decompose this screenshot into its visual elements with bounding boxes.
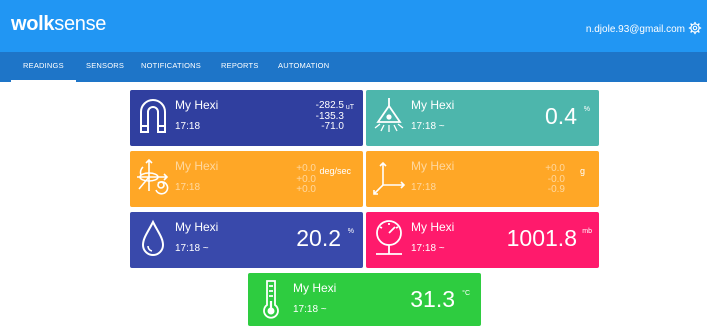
unit-label: % [347, 228, 354, 235]
logo[interactable]: wolksense [11, 13, 106, 35]
sensor-time: 17:18 ~ [175, 243, 209, 254]
tab-reports[interactable]: REPORTS [221, 61, 259, 71]
reading-x: +0.0 [545, 163, 565, 174]
sensor-name: My Hexi [411, 159, 455, 173]
reading-value: 1001.8 [506, 225, 577, 251]
unit-label: deg/sec [319, 166, 351, 176]
unit-label: g [579, 166, 585, 176]
axes-icon [373, 161, 406, 195]
thermometer-icon [263, 280, 279, 319]
reading-z: -0.9 [547, 184, 565, 195]
nav-bar: READINGS SENSORS NOTIFICATIONS REPORTS A… [0, 52, 707, 82]
barometer-icon [376, 220, 402, 255]
reading-value: 0.4 [545, 103, 577, 129]
reading-z: +0.0 [296, 184, 316, 195]
logo-bold: wolk [11, 13, 55, 35]
gear-icon[interactable] [688, 21, 702, 35]
tab-readings[interactable]: READINGS [11, 61, 76, 82]
reading-z: -71.0 [321, 121, 344, 132]
light-tile[interactable]: My Hexi 17:18 ~ 0.4 % [366, 90, 599, 146]
tab-automation[interactable]: AUTOMATION [278, 61, 329, 71]
gyroscope-icon [137, 158, 169, 195]
sensor-time: 17:18 [175, 121, 201, 132]
pressure-tile[interactable]: My Hexi 17:18 ~ 1001.8 mb [366, 212, 599, 268]
reading-value: 31.3 [410, 286, 455, 312]
sensor-name: My Hexi [411, 220, 455, 234]
tab-notifications[interactable]: NOTIFICATIONS [141, 61, 201, 71]
sensor-name: My Hexi [293, 281, 337, 295]
sensor-time: 17:18 ~ [411, 243, 445, 254]
sensor-name: My Hexi [175, 98, 219, 112]
unit-label: mb [582, 228, 592, 235]
sensor-time: 17:18 [411, 182, 437, 193]
sensor-name: My Hexi [411, 98, 455, 112]
magnetometer-tile[interactable]: My Hexi 17:18 -282.5 -135.3 -71.0 uT [130, 90, 363, 146]
sensor-time: 17:18 ~ [411, 121, 445, 132]
logo-light: sense [54, 13, 107, 35]
lamp-icon [374, 98, 404, 132]
accelerometer-tile[interactable]: My Hexi 17:18 +0.0 -0.0 -0.9 g [366, 151, 599, 207]
sensor-time: 17:18 ~ [293, 304, 327, 315]
reading-x: +0.0 [296, 163, 316, 174]
magnet-icon [140, 99, 166, 133]
top-bar: wolksense n.djole.93@gmail.com [0, 0, 707, 52]
sensor-time: 17:18 [175, 182, 201, 193]
tab-sensors[interactable]: SENSORS [86, 61, 124, 71]
gyroscope-tile[interactable]: My Hexi 17:18 +0.0 +0.0 +0.0 deg/sec [130, 151, 363, 207]
sensor-name: My Hexi [175, 220, 219, 234]
droplet-icon [141, 219, 165, 256]
sensor-name: My Hexi [175, 159, 219, 173]
unit-label: uT [345, 104, 354, 111]
unit-label: °C [462, 290, 470, 297]
humidity-tile[interactable]: My Hexi 17:18 ~ 20.2 % [130, 212, 363, 268]
user-email[interactable]: n.djole.93@gmail.com [586, 24, 685, 36]
unit-label: % [583, 106, 590, 113]
reading-x: -282.5 [315, 100, 344, 111]
temperature-tile[interactable]: My Hexi 17:18 ~ 31.3 °C [248, 273, 481, 326]
reading-value: 20.2 [296, 225, 341, 251]
